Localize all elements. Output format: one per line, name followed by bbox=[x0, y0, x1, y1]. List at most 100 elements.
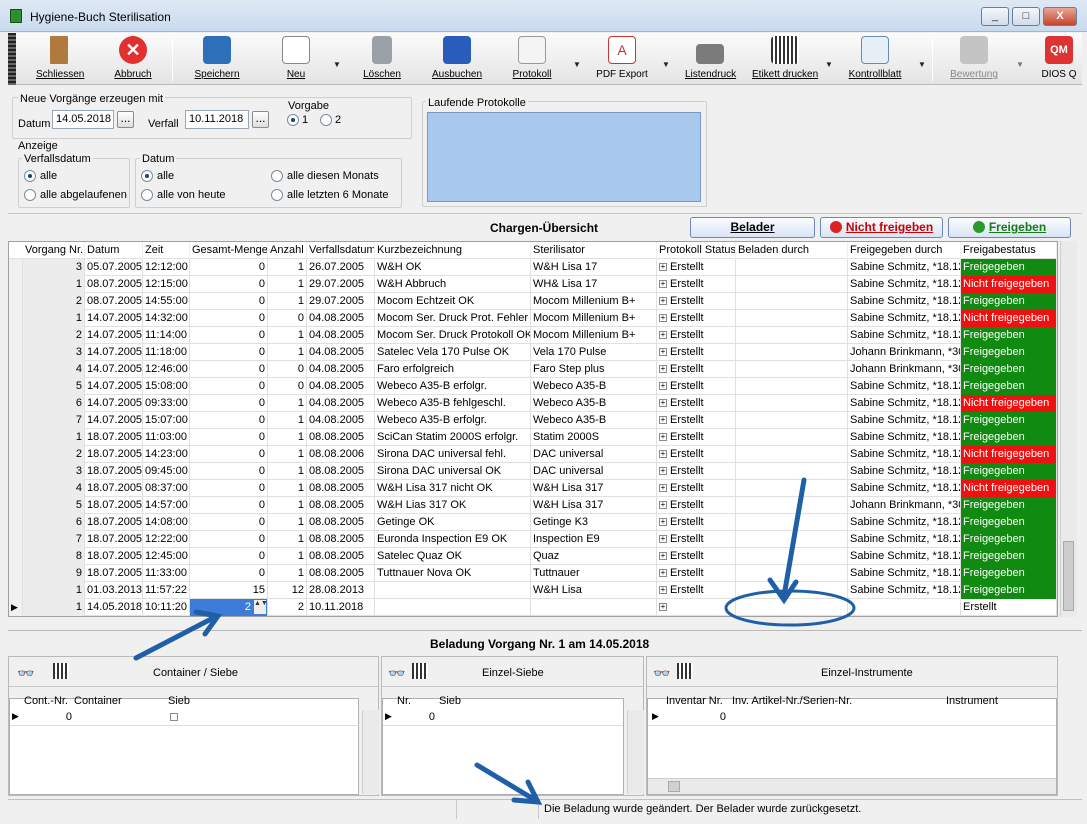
speichern-button[interactable]: Speichern bbox=[192, 36, 242, 82]
cell-kurzbezeichnung[interactable]: Euronda Inspection E9 OK bbox=[375, 531, 531, 548]
laufende-protokolle-list[interactable] bbox=[427, 112, 701, 202]
cell-vorgang-nr[interactable]: 6 bbox=[23, 514, 85, 531]
cell-verfallsdatum[interactable]: 04.08.2005 bbox=[307, 344, 375, 361]
nicht-freigeben-button[interactable]: Nicht freigeben bbox=[820, 217, 943, 238]
barcode-icon[interactable] bbox=[677, 663, 693, 679]
expand-plus-icon[interactable]: + bbox=[659, 552, 667, 561]
etikett-dropdown-arrow[interactable]: ▼ bbox=[825, 60, 833, 69]
cell-kurzbezeichnung[interactable]: Mocom Ser. Druck Protokoll OK bbox=[375, 327, 531, 344]
cell-freigegeben-durch[interactable]: Sabine Schmitz, *18.12 bbox=[848, 395, 961, 412]
cell-sterilisator[interactable]: Webeco A35-B bbox=[531, 412, 657, 429]
cell-freigegeben-durch[interactable]: Sabine Schmitz, *18.12 bbox=[848, 259, 961, 276]
cell-sterilisator[interactable]: W&H Lisa 17 bbox=[531, 259, 657, 276]
cell-kurzbezeichnung[interactable]: Faro erfolgreich bbox=[375, 361, 531, 378]
cell-beladen-durch[interactable] bbox=[736, 276, 848, 293]
cell-protokoll-status[interactable]: + Erstellt bbox=[657, 497, 736, 514]
expand-plus-icon[interactable]: + bbox=[659, 586, 667, 595]
cell-sterilisator[interactable]: DAC universal bbox=[531, 463, 657, 480]
cell-freigegeben-durch[interactable]: Sabine Schmitz, *18.12 bbox=[848, 514, 961, 531]
cell-gesamt-menge[interactable]: 2 ▲▼ bbox=[190, 599, 268, 616]
cell-freigegeben-durch[interactable]: Sabine Schmitz, *18.12 bbox=[848, 548, 961, 565]
cell-vorgang-nr[interactable]: 8 bbox=[23, 548, 85, 565]
cell-freigegeben-durch[interactable]: Sabine Schmitz, *18.12 bbox=[848, 565, 961, 582]
row-indicator[interactable] bbox=[9, 446, 23, 463]
verfall-picker-button[interactable]: ... bbox=[252, 111, 269, 128]
expand-plus-icon[interactable]: + bbox=[659, 518, 667, 527]
cell-vorgang-nr[interactable]: 7 bbox=[23, 412, 85, 429]
cell-protokoll-status[interactable]: + Erstellt bbox=[657, 531, 736, 548]
container-scrollbar[interactable] bbox=[362, 710, 379, 794]
barcode-icon[interactable] bbox=[53, 663, 69, 679]
table-row[interactable]: 1 08.07.2005 12:15:00 0 1 29.07.2005 W&H Abbru… bbox=[9, 276, 1057, 293]
expand-plus-icon[interactable]: + bbox=[659, 280, 667, 289]
expand-plus-icon[interactable]: + bbox=[659, 467, 667, 476]
row-indicator[interactable] bbox=[9, 497, 23, 514]
col-header-freigegeben-durch[interactable]: Freigegeben durch bbox=[848, 242, 961, 259]
cell-vorgang-nr[interactable]: 5 bbox=[23, 378, 85, 395]
cell-verfallsdatum[interactable]: 08.08.2005 bbox=[307, 565, 375, 582]
cell-gesamt-menge[interactable]: 0 bbox=[190, 276, 268, 293]
cell-protokoll-status[interactable]: + Erstellt bbox=[657, 276, 736, 293]
cell-sterilisator[interactable]: Getinge K3 bbox=[531, 514, 657, 531]
cell-verfallsdatum[interactable]: 08.08.2005 bbox=[307, 480, 375, 497]
listendruck-button[interactable]: Listendruck bbox=[685, 36, 736, 82]
cell-zeit[interactable]: 12:15:00 bbox=[143, 276, 190, 293]
expand-plus-icon[interactable]: + bbox=[659, 348, 667, 357]
cell-vorgang-nr[interactable]: 2 bbox=[23, 293, 85, 310]
cell-verfallsdatum[interactable]: 08.08.2005 bbox=[307, 497, 375, 514]
cell-vorgang-nr[interactable]: 3 bbox=[23, 463, 85, 480]
cell-anzahl[interactable]: 1 bbox=[268, 259, 307, 276]
expand-plus-icon[interactable]: + bbox=[659, 331, 667, 340]
cell-gesamt-menge[interactable]: 0 bbox=[190, 531, 268, 548]
cell-freigegeben-durch[interactable]: Sabine Schmitz, *18.12 bbox=[848, 327, 961, 344]
etikett-drucken-button[interactable]: Etikett drucken bbox=[752, 36, 818, 82]
cell-protokoll-status[interactable]: + Erstellt bbox=[657, 514, 736, 531]
cell-vorgang-nr[interactable]: 1 bbox=[23, 429, 85, 446]
protokoll-button[interactable]: Protokoll bbox=[510, 36, 554, 82]
cell-protokoll-status[interactable]: + Erstellt bbox=[657, 429, 736, 446]
datum-picker-button[interactable]: ... bbox=[117, 111, 134, 128]
cell-freigabestatus[interactable]: Freigegeben bbox=[961, 378, 1057, 395]
cell-zeit[interactable]: 09:33:00 bbox=[143, 395, 190, 412]
cell-sterilisator[interactable]: W&H Lisa 317 bbox=[531, 480, 657, 497]
cell-datum[interactable]: 14.07.2005 bbox=[85, 344, 143, 361]
cell-vorgang-nr[interactable]: 1 bbox=[23, 599, 85, 616]
cell-freigabestatus[interactable]: Freigegeben bbox=[961, 412, 1057, 429]
cell-gesamt-menge[interactable]: 0 bbox=[190, 565, 268, 582]
cell-vorgang-nr[interactable]: 3 bbox=[23, 259, 85, 276]
cell-beladen-durch[interactable] bbox=[736, 497, 848, 514]
col-header-beladen-durch[interactable]: Beladen durch bbox=[736, 242, 848, 259]
cell-verfallsdatum[interactable]: 08.08.2005 bbox=[307, 463, 375, 480]
cell-protokoll-status[interactable]: + Erstellt bbox=[657, 310, 736, 327]
row-indicator[interactable] bbox=[9, 412, 23, 429]
cell-sterilisator[interactable]: Quaz bbox=[531, 548, 657, 565]
cell-datum[interactable]: 14.07.2005 bbox=[85, 310, 143, 327]
cell-gesamt-menge[interactable]: 0 bbox=[190, 412, 268, 429]
h-scroll-thumb[interactable] bbox=[668, 781, 680, 792]
expand-plus-icon[interactable]: + bbox=[659, 399, 667, 408]
cell-vorgang-nr[interactable]: 4 bbox=[23, 480, 85, 497]
cell-zeit[interactable]: 10:11:20 bbox=[143, 599, 190, 616]
cell-freigabestatus[interactable]: Erstellt bbox=[961, 599, 1057, 616]
cell-datum[interactable]: 18.07.2005 bbox=[85, 480, 143, 497]
cell-gesamt-menge[interactable]: 15 bbox=[190, 582, 268, 599]
table-row[interactable]: 5 18.07.2005 14:57:00 0 1 08.08.2005 W&H Lias … bbox=[9, 497, 1057, 514]
bewertung-dropdown-arrow[interactable]: ▼ bbox=[1016, 60, 1024, 69]
row-indicator[interactable] bbox=[9, 463, 23, 480]
expand-plus-icon[interactable]: + bbox=[659, 484, 667, 493]
cell-datum[interactable]: 14.05.2018 bbox=[85, 599, 143, 616]
cell-gesamt-menge[interactable]: 0 bbox=[190, 463, 268, 480]
cell-freigabestatus[interactable]: Freigegeben bbox=[961, 548, 1057, 565]
cell-kurzbezeichnung[interactable]: Sirona DAC universal OK bbox=[375, 463, 531, 480]
cell-datum[interactable]: 18.07.2005 bbox=[85, 446, 143, 463]
cell-freigabestatus[interactable]: Freigegeben bbox=[961, 429, 1057, 446]
cell-freigegeben-durch[interactable]: Sabine Schmitz, *18.12 bbox=[848, 310, 961, 327]
row-indicator[interactable] bbox=[9, 395, 23, 412]
cell-gesamt-menge[interactable]: 0 bbox=[190, 259, 268, 276]
expand-plus-icon[interactable]: + bbox=[659, 416, 667, 425]
row-indicator[interactable]: ▶ bbox=[9, 599, 23, 616]
cell-verfallsdatum[interactable]: 08.08.2006 bbox=[307, 446, 375, 463]
container-row[interactable]: ▶ 0 bbox=[10, 709, 360, 726]
cell-kurzbezeichnung[interactable]: Mocom Ser. Druck Prot. Fehler bbox=[375, 310, 531, 327]
row-indicator[interactable] bbox=[9, 293, 23, 310]
